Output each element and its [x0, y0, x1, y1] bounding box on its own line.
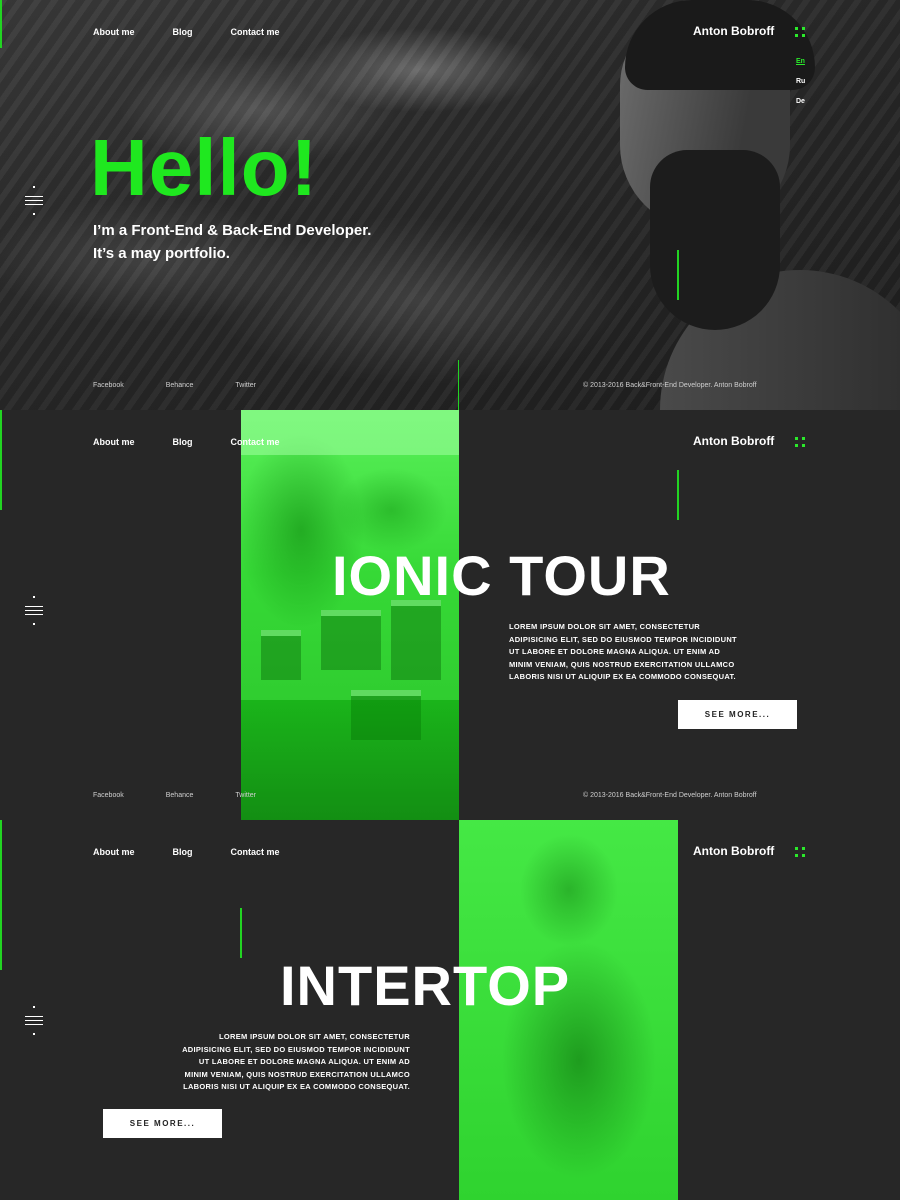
- social-links: Facebook Behance Twitter: [93, 382, 298, 389]
- project-intertop-section: About me Blog Contact me Anton Bobroff I…: [0, 820, 900, 1200]
- dots-grid-icon[interactable]: [795, 437, 805, 447]
- facebook-link[interactable]: Facebook: [93, 382, 124, 389]
- nav-blog-link[interactable]: Blog: [173, 847, 193, 857]
- top-nav: About me Blog Contact me: [93, 437, 318, 447]
- social-links: Facebook Behance Twitter: [93, 792, 298, 799]
- see-more-button[interactable]: SEE MORE...: [103, 1109, 222, 1138]
- twitter-link[interactable]: Twitter: [235, 382, 256, 389]
- copyright: © 2013-2016 Back&Front-End Developer. An…: [583, 382, 757, 389]
- nav-about-link[interactable]: About me: [93, 847, 135, 857]
- nav-contact-link[interactable]: Contact me: [231, 27, 280, 37]
- portrait-image: [500, 0, 900, 410]
- accent-line: [458, 360, 459, 410]
- menu-icon[interactable]: [25, 596, 43, 625]
- behance-link[interactable]: Behance: [166, 792, 194, 799]
- brand-name[interactable]: Anton Bobroff: [693, 24, 774, 38]
- dots-grid-icon[interactable]: [795, 27, 805, 37]
- dots-grid-icon[interactable]: [795, 847, 805, 857]
- nav-blog-link[interactable]: Blog: [173, 27, 193, 37]
- nav-contact-link[interactable]: Contact me: [231, 847, 280, 857]
- behance-link[interactable]: Behance: [166, 382, 194, 389]
- menu-icon[interactable]: [25, 1006, 43, 1035]
- top-nav: About me Blog Contact me: [93, 27, 318, 37]
- brand-name[interactable]: Anton Bobroff: [693, 434, 774, 448]
- lang-de[interactable]: De: [796, 98, 805, 105]
- brand-name[interactable]: Anton Bobroff: [693, 844, 774, 858]
- accent-line: [0, 820, 2, 970]
- accent-line: [677, 250, 679, 300]
- language-switcher: En Ru De: [796, 58, 805, 105]
- accent-line: [240, 908, 242, 958]
- accent-line: [677, 470, 679, 520]
- see-more-button[interactable]: SEE MORE...: [678, 700, 797, 729]
- accent-line: [0, 0, 2, 48]
- village-photo: [241, 410, 459, 820]
- project-title: INTERTOP: [280, 954, 571, 1017]
- twitter-link[interactable]: Twitter: [235, 792, 256, 799]
- facebook-link[interactable]: Facebook: [93, 792, 124, 799]
- hero-subtitle: I’m a Front-End & Back-End Developer. It…: [93, 222, 372, 262]
- project-title: IONIC TOUR: [332, 544, 671, 607]
- hero-headline: Hello!: [90, 123, 319, 212]
- nav-blog-link[interactable]: Blog: [173, 437, 193, 447]
- menu-icon[interactable]: [25, 186, 43, 215]
- accent-line: [0, 410, 2, 510]
- copyright: © 2013-2016 Back&Front-End Developer. An…: [583, 792, 757, 799]
- project-description: LOREM IPSUM DOLOR SIT AMET, CONSECTETUR …: [509, 622, 737, 681]
- lang-en[interactable]: En: [796, 58, 805, 65]
- hero-section: About me Blog Contact me Anton Bobroff E…: [0, 0, 900, 410]
- nav-contact-link[interactable]: Contact me: [231, 437, 280, 447]
- project-description: LOREM IPSUM DOLOR SIT AMET, CONSECTETUR …: [182, 1032, 410, 1091]
- project-ionic-tour-section: About me Blog Contact me Anton Bobroff I…: [0, 410, 900, 820]
- nav-about-link[interactable]: About me: [93, 437, 135, 447]
- top-nav: About me Blog Contact me: [93, 847, 318, 857]
- lang-ru[interactable]: Ru: [796, 78, 805, 85]
- nav-about-link[interactable]: About me: [93, 27, 135, 37]
